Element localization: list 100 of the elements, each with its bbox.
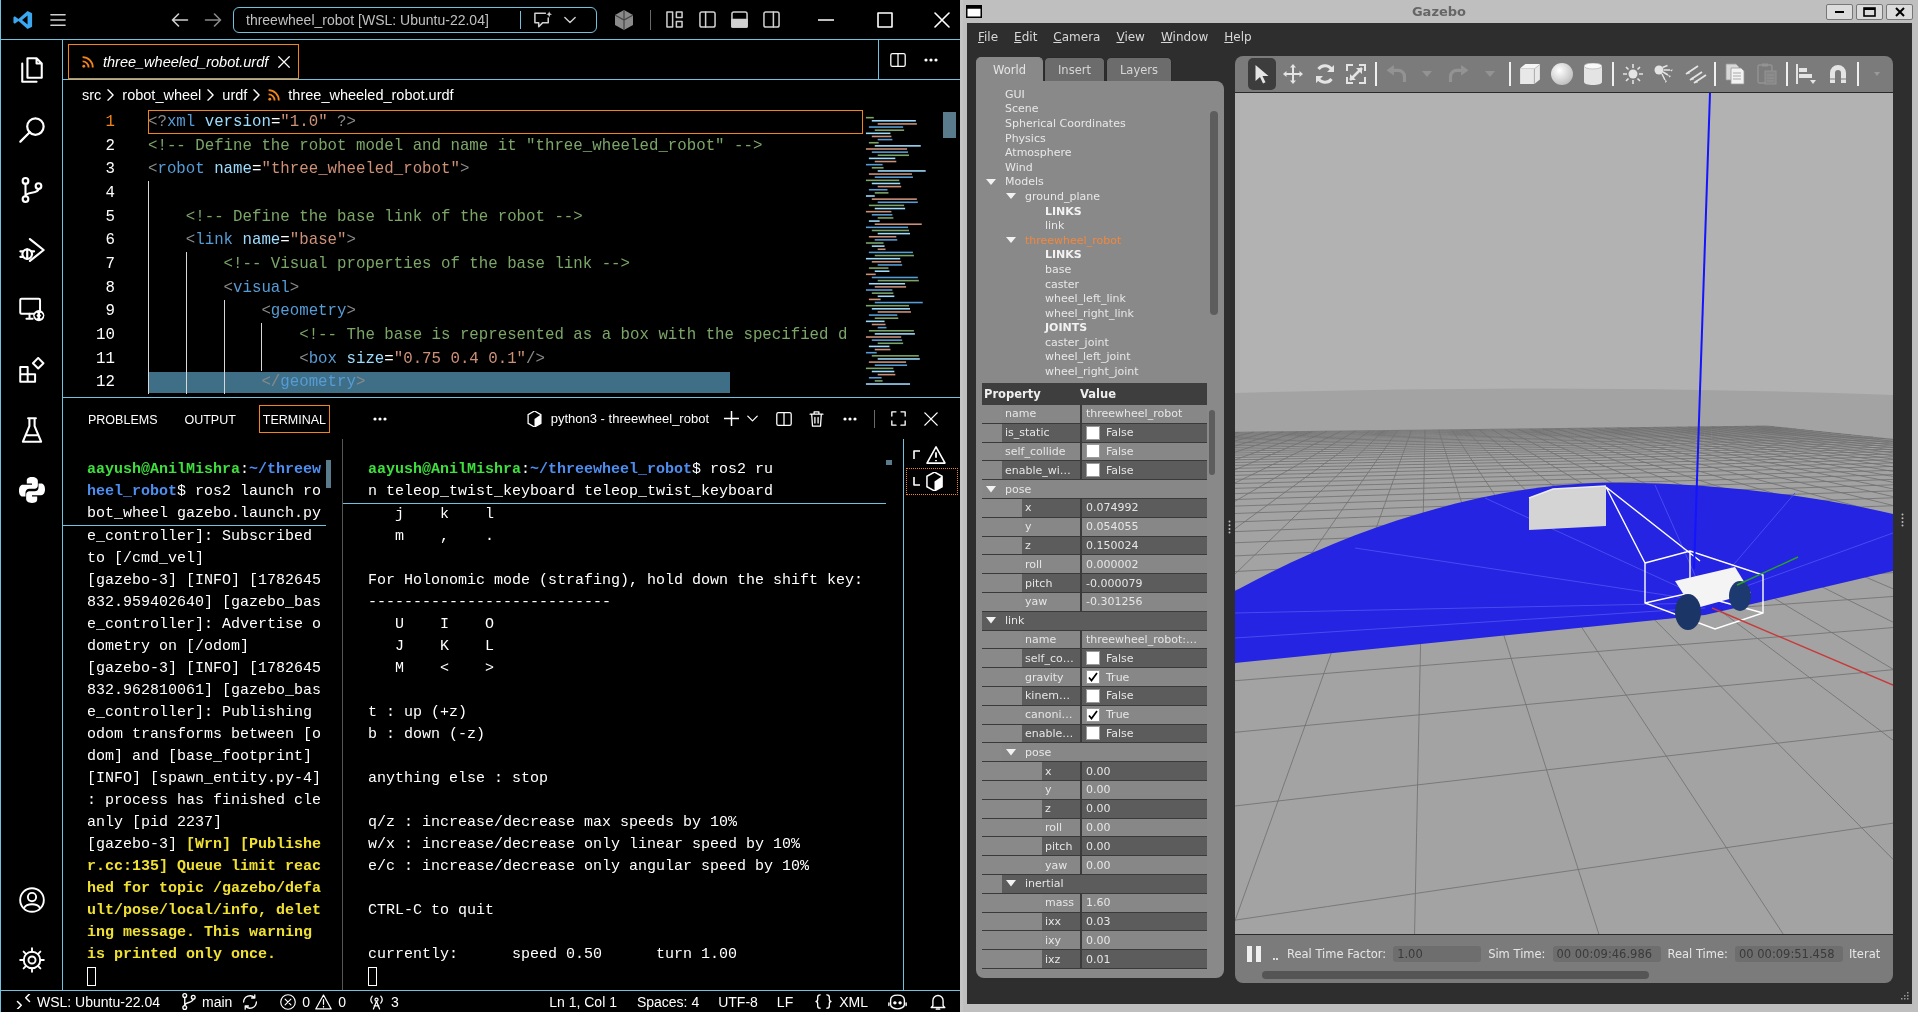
close-icon[interactable] <box>924 411 938 426</box>
panel-tab[interactable]: Layers <box>1105 57 1172 81</box>
copilot-icon[interactable] <box>888 993 907 1010</box>
menu-item[interactable]: Camera <box>1053 29 1101 44</box>
minimize-button[interactable] <box>1826 3 1853 20</box>
menu-item[interactable]: View <box>1116 29 1145 44</box>
menu-item[interactable]: Edit <box>1014 29 1038 44</box>
expand-arrow-icon[interactable] <box>986 617 996 625</box>
splitter-handle-icon[interactable] <box>1901 513 1904 527</box>
expand-arrow-icon[interactable] <box>1006 880 1016 888</box>
panel-tab[interactable]: OUTPUT <box>180 404 240 433</box>
checkbox[interactable] <box>1086 688 1100 703</box>
sync-icon[interactable] <box>242 993 259 1010</box>
extensions-icon[interactable] <box>18 357 45 383</box>
source-control-icon[interactable] <box>20 177 43 203</box>
breadcrumb-item[interactable]: robot_wheel <box>122 87 202 103</box>
panel-tab[interactable]: PROBLEMS <box>84 404 162 433</box>
splitter-handle-icon[interactable] <box>1228 520 1231 534</box>
menu-icon[interactable] <box>50 12 66 27</box>
account-icon[interactable] <box>18 887 45 913</box>
checkbox[interactable] <box>1086 670 1100 685</box>
command-center[interactable]: threewheel_robot [WSL: Ubuntu-22.04] <box>233 6 597 33</box>
more-icon[interactable] <box>843 416 857 421</box>
menu-item[interactable]: File <box>978 29 999 44</box>
scrollbar-thumb[interactable] <box>1210 111 1218 315</box>
sidebar-left-icon[interactable] <box>699 11 716 28</box>
breadcrumb-item[interactable]: src <box>82 87 102 103</box>
scrollbar-thumb[interactable] <box>943 112 957 138</box>
cursor-position[interactable]: Ln 1, Col 1 <box>549 993 617 1010</box>
breadcrumb-item[interactable]: urdf <box>222 87 248 103</box>
fullscreen-icon[interactable] <box>891 411 906 426</box>
pause-icon[interactable] <box>1247 946 1261 962</box>
python-icon[interactable] <box>18 477 45 503</box>
files-icon[interactable] <box>18 57 45 83</box>
chat-sparkle-icon[interactable] <box>533 10 553 29</box>
expand-arrow-icon[interactable] <box>1006 192 1016 201</box>
maximize-icon[interactable] <box>877 11 893 28</box>
more-icon[interactable] <box>373 416 388 421</box>
remote-indicator[interactable]: WSL: Ubuntu-22.04 <box>16 993 160 1010</box>
property-name-cell: pitch <box>1042 837 1080 856</box>
checkbox[interactable] <box>1086 726 1100 741</box>
line-ending-setting[interactable]: LF <box>776 993 794 1010</box>
search-icon[interactable] <box>18 117 45 143</box>
close-icon[interactable] <box>934 11 950 28</box>
checkbox[interactable] <box>1086 444 1100 459</box>
terminal-name[interactable]: python3 - threewheel_robot <box>550 411 709 426</box>
terminal-line: dometry on [/odom] <box>87 637 250 657</box>
close-icon[interactable] <box>278 55 291 68</box>
cube-icon[interactable] <box>615 9 633 30</box>
split-terminal-icon[interactable] <box>776 410 792 427</box>
checkbox[interactable] <box>1086 425 1100 440</box>
maximize-button[interactable] <box>1856 3 1883 20</box>
tool-button[interactable] <box>1248 58 1276 90</box>
remote-explorer-icon[interactable] <box>18 297 45 323</box>
window-menu-icon[interactable] <box>966 5 982 18</box>
panel-bottom-icon[interactable] <box>731 11 748 28</box>
simulation-scene[interactable] <box>1235 93 1893 934</box>
back-arrow-icon[interactable] <box>171 12 189 27</box>
resize-grip-icon[interactable] <box>1900 991 1909 1000</box>
expand-arrow-icon[interactable] <box>986 485 996 493</box>
settings-icon[interactable] <box>18 947 45 973</box>
caret-icon[interactable] <box>564 15 576 24</box>
panel-tab[interactable]: TERMINAL <box>258 404 331 433</box>
close-button[interactable] <box>1886 3 1913 20</box>
scrollbar-thumb[interactable] <box>886 460 892 465</box>
run-debug-icon[interactable] <box>18 237 45 263</box>
value-cell: 0.01 <box>1080 950 1207 968</box>
branch-indicator[interactable]: main <box>181 993 233 1010</box>
forward-arrow-icon[interactable] <box>204 12 222 27</box>
split-editor-icon[interactable] <box>890 51 906 68</box>
plus-icon[interactable] <box>724 411 739 426</box>
expand-arrow-icon[interactable] <box>986 177 996 186</box>
ports-indicator[interactable]: 3 <box>367 993 399 1010</box>
warning-icon <box>926 445 946 464</box>
expand-arrow-icon[interactable] <box>1006 748 1016 756</box>
panel-tab[interactable]: Insert <box>1043 57 1105 81</box>
encoding-setting[interactable]: UTF-8 <box>718 993 758 1010</box>
indentation-setting[interactable]: Spaces: 4 <box>636 993 700 1010</box>
minimize-icon[interactable] <box>818 18 834 21</box>
bell-icon[interactable] <box>930 993 946 1010</box>
editor-tab[interactable]: three_wheeled_robot.urdf <box>68 44 300 79</box>
breadcrumb-item[interactable]: three_wheeled_robot.urdf <box>288 87 454 103</box>
layout-grid-icon[interactable] <box>666 11 683 28</box>
terminal-tab[interactable] <box>906 468 958 495</box>
expand-arrow-icon[interactable] <box>1006 236 1016 245</box>
checkbox[interactable] <box>1086 463 1100 478</box>
checkbox[interactable] <box>1086 651 1100 666</box>
scrollbar-thumb[interactable] <box>1209 410 1215 475</box>
problems-indicator[interactable]: 0 0 <box>280 993 346 1010</box>
sidebar-right-icon[interactable] <box>763 11 780 28</box>
terminal-line: 832.962810061] [gazebo_bas <box>87 681 322 701</box>
scrollbar-thumb[interactable] <box>1262 971 1649 979</box>
trash-icon[interactable] <box>809 410 824 427</box>
menu-item[interactable]: Help <box>1224 29 1252 44</box>
more-icon[interactable] <box>924 57 938 62</box>
menu-item[interactable]: Window <box>1160 29 1209 44</box>
language-mode[interactable]: XML <box>814 993 868 1010</box>
flask-icon[interactable] <box>19 417 44 443</box>
scrollbar-thumb[interactable] <box>326 460 331 488</box>
checkbox[interactable] <box>1086 707 1100 722</box>
